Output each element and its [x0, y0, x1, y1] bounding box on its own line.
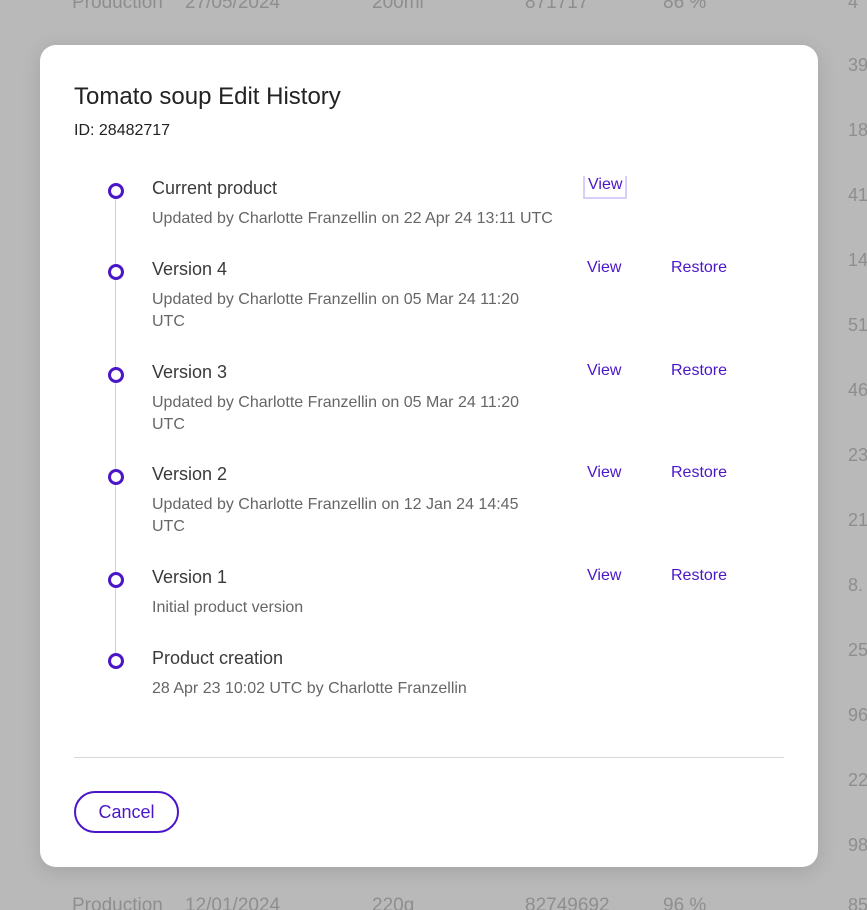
view-button[interactable]: View: [587, 567, 621, 585]
cancel-button[interactable]: Cancel: [74, 791, 179, 833]
footer-divider: [74, 757, 784, 758]
view-button[interactable]: View: [583, 176, 628, 199]
restore-button[interactable]: Restore: [671, 567, 727, 585]
table-cell: 23: [848, 445, 867, 465]
modal-title: Tomato soup Edit History: [74, 83, 341, 110]
table-cell: 98: [848, 835, 867, 855]
edit-history-modal: Tomato soup Edit History ID: 28482717 Cu…: [40, 45, 818, 867]
table-cell: 22: [848, 770, 867, 790]
table-cell: 8.: [848, 575, 864, 595]
table-cell: 96: [848, 705, 867, 725]
table-cell: 21: [848, 510, 867, 530]
entry-description: Updated by Charlotte Franzellin on 22 Ap…: [152, 210, 553, 227]
table-cell: 41: [848, 185, 867, 205]
restore-button[interactable]: Restore: [671, 259, 727, 277]
entry-title: Version 3: [152, 362, 228, 382]
view-button[interactable]: View: [587, 362, 621, 380]
entry-description: Updated by Charlotte Franzellin on 05 Ma…: [152, 394, 520, 433]
table-cell: Production: [72, 0, 163, 13]
timeline-dot-icon: [108, 183, 124, 199]
entry-description: Initial product version: [152, 599, 304, 616]
table-cell: 86 %: [663, 0, 707, 13]
entry-description: Updated by Charlotte Franzellin on 12 Ja…: [152, 496, 519, 535]
timeline-dot-icon: [108, 572, 124, 588]
table-cell: 82749692: [525, 895, 610, 910]
table-cell: 96 %: [663, 895, 707, 910]
table-cell: 46: [848, 380, 867, 400]
entry-title: Version 4: [152, 259, 228, 279]
entry-title: Version 2: [152, 464, 228, 484]
entry-title: Product creation: [152, 648, 284, 668]
view-button[interactable]: View: [587, 259, 621, 277]
table-cell: 4: [848, 0, 859, 12]
table-cell: 871717: [525, 0, 589, 13]
table-cell: 220g: [372, 895, 415, 910]
table-cell: 25: [848, 640, 867, 660]
timeline-dot-icon: [108, 469, 124, 485]
timeline-dot-icon: [108, 367, 124, 383]
table-cell: 12/01/2024: [185, 895, 281, 910]
product-id: ID: 28482717: [74, 122, 171, 139]
restore-button[interactable]: Restore: [671, 362, 727, 380]
table-cell: Production: [72, 895, 163, 910]
entry-title: Version 1: [152, 567, 228, 587]
restore-button[interactable]: Restore: [671, 464, 727, 482]
view-button[interactable]: View: [587, 464, 621, 482]
entry-description: 28 Apr 23 10:02 UTC by Charlotte Franzel…: [152, 680, 467, 697]
entry-description: Updated by Charlotte Franzellin on 05 Ma…: [152, 291, 520, 330]
table-cell: 51: [848, 315, 867, 335]
table-cell: 85: [848, 895, 867, 910]
table-cell: 200ml: [372, 0, 424, 13]
table-cell: 27/05/2024: [185, 0, 281, 13]
timeline-dot-icon: [108, 653, 124, 669]
timeline-dot-icon: [108, 264, 124, 280]
table-cell: 39: [848, 55, 867, 75]
timeline-line: [115, 190, 116, 660]
table-cell: 18: [848, 120, 867, 140]
table-cell: 14: [848, 250, 867, 270]
entry-title: Current product: [152, 178, 278, 198]
